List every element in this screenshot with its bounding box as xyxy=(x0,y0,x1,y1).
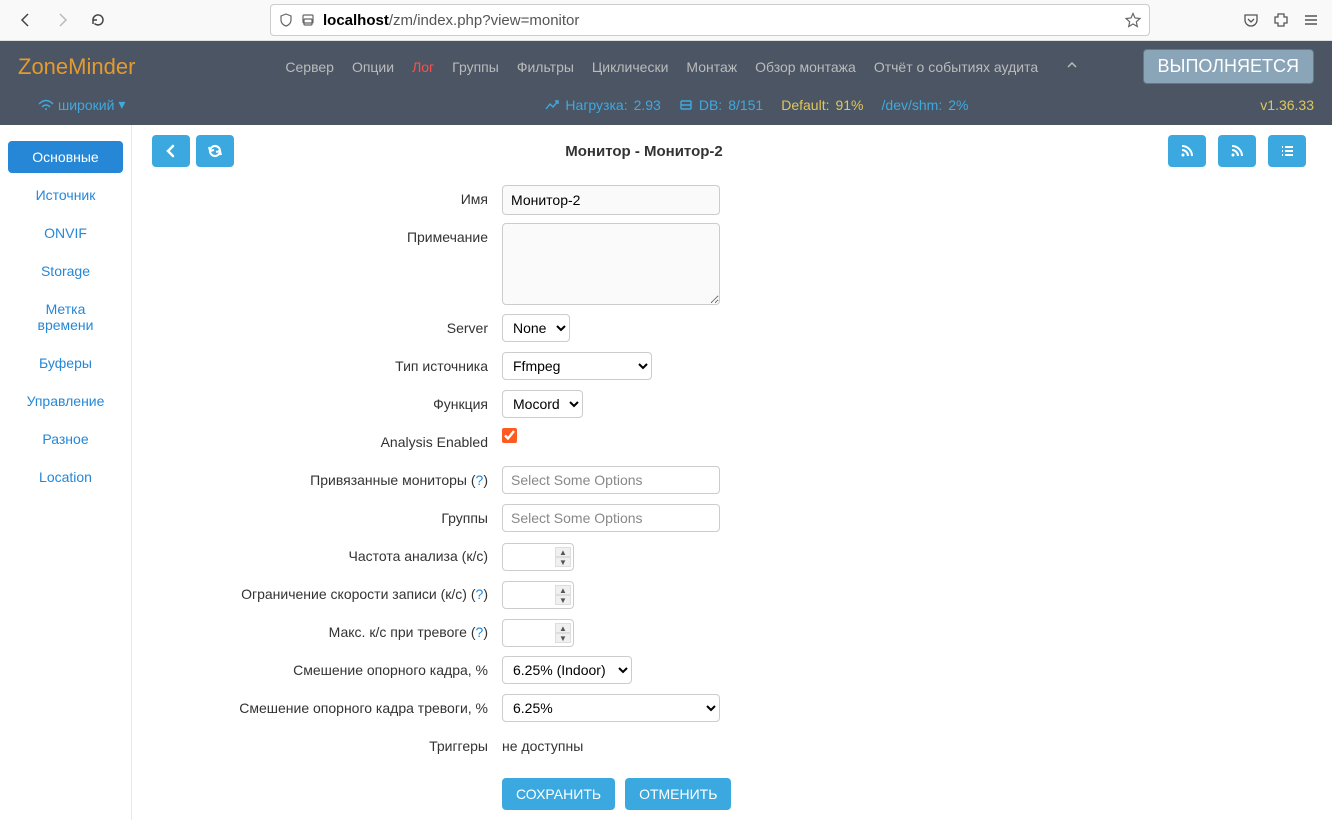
bandwidth-selector[interactable]: широкий ▾ xyxy=(38,96,125,113)
page-title: Монитор - Монитор-2 xyxy=(120,143,1168,160)
spinner-up-icon[interactable]: ▲ xyxy=(555,547,571,557)
lock-icon xyxy=(301,13,315,27)
analysis-fps-input[interactable]: ▲▼ xyxy=(502,543,574,571)
rss-button-1[interactable] xyxy=(1168,135,1206,167)
tab-timestamp[interactable]: Метка времени xyxy=(8,293,123,341)
save-button[interactable]: СОХРАНИТЬ xyxy=(502,778,615,810)
help-alarmfps[interactable]: ? xyxy=(476,624,484,640)
shm-value: 2% xyxy=(948,97,968,113)
source-type-select[interactable]: Ffmpeg xyxy=(502,352,652,380)
app-topbar: ZoneMinder Сервер Опции Лог Группы Фильт… xyxy=(0,41,1332,125)
tab-onvif[interactable]: ONVIF xyxy=(8,217,123,249)
load-value: 2.93 xyxy=(634,97,661,113)
storage-label: Default: xyxy=(781,97,829,113)
label-max-fps: Ограничение скорости записи (к/с) (?) xyxy=(202,580,502,602)
bandwidth-label: широкий xyxy=(58,97,114,113)
menu-log[interactable]: Лог xyxy=(412,59,434,75)
tab-source[interactable]: Источник xyxy=(8,179,123,211)
tab-general[interactable]: Основные xyxy=(8,141,123,173)
tab-misc[interactable]: Разное xyxy=(8,423,123,455)
menu-collapse-icon[interactable] xyxy=(1066,59,1078,75)
help-linked[interactable]: ? xyxy=(476,472,484,488)
menu-audit-report[interactable]: Отчёт о событиях аудита xyxy=(874,59,1038,75)
shield-icon xyxy=(279,13,293,27)
alarm-fps-input[interactable]: ▲▼ xyxy=(502,619,574,647)
spinner-down-icon[interactable]: ▼ xyxy=(555,595,571,605)
groups-select[interactable]: Select Some Options xyxy=(502,504,720,532)
load-label: Нагрузка: xyxy=(565,97,627,113)
analysis-enabled-checkbox[interactable] xyxy=(502,428,517,443)
reload-button[interactable] xyxy=(84,6,112,34)
menu-filters[interactable]: Фильтры xyxy=(517,59,574,75)
back-button[interactable] xyxy=(12,6,40,34)
browser-toolbar: localhost/zm/index.php?view=monitor xyxy=(0,0,1332,41)
tab-storage[interactable]: Storage xyxy=(8,255,123,287)
spinner-up-icon[interactable]: ▲ xyxy=(555,623,571,633)
db-label: DB: xyxy=(699,97,722,113)
linked-monitors-select[interactable]: Select Some Options xyxy=(502,466,720,494)
label-linked-monitors: Привязанные мониторы (?) xyxy=(202,466,502,488)
star-icon[interactable] xyxy=(1125,12,1141,28)
menu-groups[interactable]: Группы xyxy=(452,59,499,75)
status-shm[interactable]: /dev/shm: 2% xyxy=(882,97,969,113)
trend-icon xyxy=(545,99,559,111)
label-alarm-fps: Макс. к/с при тревоге (?) xyxy=(202,618,502,640)
sidebar: Основные Источник ONVIF Storage Метка вр… xyxy=(0,125,132,820)
monitor-form: Имя Примечание Server None Тип источника… xyxy=(202,185,922,810)
tab-location[interactable]: Location xyxy=(8,461,123,493)
tab-control[interactable]: Управление xyxy=(8,385,123,417)
menu-icon[interactable] xyxy=(1302,11,1320,29)
storage-value: 91% xyxy=(835,97,863,113)
status-storage[interactable]: Default: 91% xyxy=(781,97,863,113)
menu-server[interactable]: Сервер xyxy=(285,59,334,75)
shm-label: /dev/shm: xyxy=(882,97,943,113)
label-alarm-ref-blend: Смешение опорного кадра тревоги, % xyxy=(202,694,502,716)
help-maxfps[interactable]: ? xyxy=(476,586,484,602)
label-name: Имя xyxy=(202,185,502,207)
forward-button[interactable] xyxy=(48,6,76,34)
pocket-icon[interactable] xyxy=(1242,11,1260,29)
label-notes: Примечание xyxy=(202,223,502,245)
menu-options[interactable]: Опции xyxy=(352,59,394,75)
menu-montage-review[interactable]: Обзор монтажа xyxy=(755,59,856,75)
wifi-icon xyxy=(38,99,54,111)
label-analysis-fps: Частота анализа (к/с) xyxy=(202,542,502,564)
ref-blend-select[interactable]: 6.25% (Indoor) xyxy=(502,656,632,684)
name-input[interactable] xyxy=(502,185,720,215)
triggers-value: не доступны xyxy=(502,732,583,754)
rss-button-2[interactable] xyxy=(1218,135,1256,167)
label-groups: Группы xyxy=(202,504,502,526)
main-menu: Сервер Опции Лог Группы Фильтры Цикличес… xyxy=(285,59,1078,75)
brand-link[interactable]: ZoneMinder xyxy=(18,54,135,80)
caret-down-icon: ▾ xyxy=(118,96,125,113)
label-triggers: Триггеры xyxy=(202,732,502,754)
cancel-button[interactable]: ОТМЕНИТЬ xyxy=(625,778,731,810)
server-select[interactable]: None xyxy=(502,314,570,342)
database-icon xyxy=(679,98,693,112)
label-server: Server xyxy=(202,314,502,336)
label-function: Функция xyxy=(202,390,502,412)
alarm-ref-blend-select[interactable]: 6.25% xyxy=(502,694,720,722)
label-analysis-enabled: Analysis Enabled xyxy=(202,428,502,450)
status-db[interactable]: DB: 8/151 xyxy=(679,97,763,113)
run-state-button[interactable]: ВЫПОЛНЯЕТСЯ xyxy=(1143,49,1315,84)
spinner-up-icon[interactable]: ▲ xyxy=(555,585,571,595)
tab-buffers[interactable]: Буферы xyxy=(8,347,123,379)
url-bar[interactable]: localhost/zm/index.php?view=monitor xyxy=(270,4,1150,36)
menu-cycle[interactable]: Циклически xyxy=(592,59,668,75)
db-value: 8/151 xyxy=(728,97,763,113)
label-ref-blend: Смешение опорного кадра, % xyxy=(202,656,502,678)
spinner-down-icon[interactable]: ▼ xyxy=(555,557,571,567)
status-load[interactable]: Нагрузка: 2.93 xyxy=(545,97,660,113)
menu-montage[interactable]: Монтаж xyxy=(686,59,737,75)
label-source-type: Тип источника xyxy=(202,352,502,374)
url-text: localhost/zm/index.php?view=monitor xyxy=(323,12,1117,29)
spinner-down-icon[interactable]: ▼ xyxy=(555,633,571,643)
list-button[interactable] xyxy=(1268,135,1306,167)
function-select[interactable]: Mocord xyxy=(502,390,583,418)
version-link[interactable]: v1.36.33 xyxy=(1260,97,1314,113)
extensions-icon[interactable] xyxy=(1272,11,1290,29)
notes-textarea[interactable] xyxy=(502,223,720,305)
max-fps-input[interactable]: ▲▼ xyxy=(502,581,574,609)
